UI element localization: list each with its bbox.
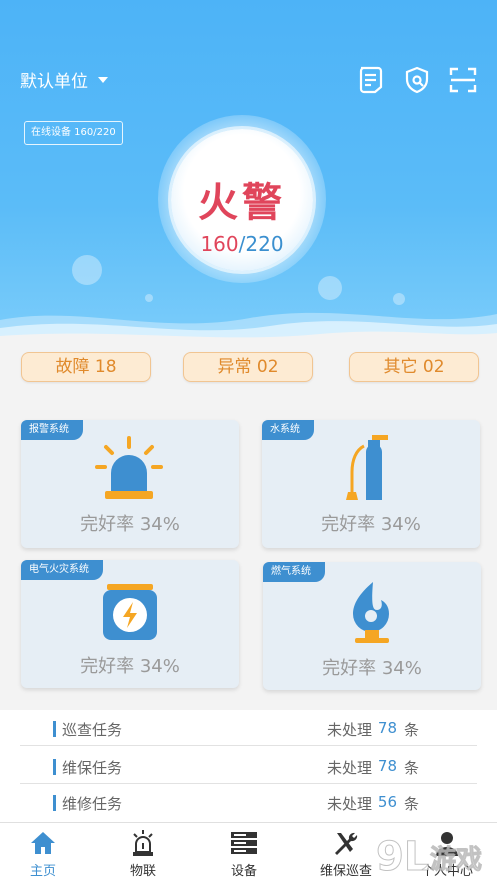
- bubble-decoration: [72, 255, 102, 285]
- task-list: 巡查任务 未处理 78 条 维保任务 未处理 78 条 维修任务 未处理 56 …: [0, 710, 497, 822]
- card-gas-system[interactable]: 燃气系统 完好率 34%: [263, 562, 481, 690]
- scan-icon[interactable]: [448, 65, 478, 95]
- abnormal-tag[interactable]: 异常 02: [183, 352, 313, 382]
- gas-flame-icon: [353, 582, 389, 643]
- task-unit: 条: [403, 721, 419, 739]
- fault-tag[interactable]: 故障 18: [21, 352, 151, 382]
- nav-device[interactable]: 设备: [199, 823, 289, 883]
- task-marker: [53, 795, 56, 811]
- task-name: 维修任务: [62, 795, 123, 813]
- card-label: 电气火灾系统: [21, 560, 103, 580]
- alarm-total: /220: [238, 232, 284, 256]
- task-status: 未处理: [326, 759, 372, 777]
- alarm-ratio: 160/220: [171, 232, 313, 256]
- task-unit: 条: [403, 759, 419, 777]
- task-marker: [53, 721, 56, 737]
- card-alarm-system[interactable]: 报警系统 完好率 34%: [21, 420, 239, 548]
- lightning-icon: [103, 584, 157, 640]
- svg-text:9L: 9L: [376, 834, 429, 880]
- nav-iot[interactable]: 物联: [98, 823, 188, 883]
- task-count: 78: [377, 719, 397, 737]
- chevron-down-icon: [98, 76, 108, 83]
- top-header: 默认单位: [0, 55, 497, 105]
- task-row-patrol[interactable]: 巡查任务 未处理 78 条: [20, 712, 477, 746]
- wave-decoration: [0, 312, 497, 345]
- iot-siren-icon: [133, 830, 153, 856]
- report-icon[interactable]: [356, 65, 386, 95]
- card-label: 燃气系统: [263, 562, 325, 582]
- card-water-system[interactable]: 水系统 完好率 34%: [262, 420, 480, 548]
- nav-label: 物联: [129, 864, 156, 879]
- unit-label: 默认单位: [20, 72, 88, 92]
- nav-home[interactable]: 主页: [0, 823, 88, 883]
- online-devices-badge: 在线设备 160/220: [24, 121, 123, 145]
- watermark-logo: 9L 游戏: [376, 834, 483, 881]
- alarm-count: 160: [200, 232, 239, 256]
- task-name: 巡查任务: [62, 721, 123, 739]
- hero-banner: 默认单位 在线设备 160/220 火警 160/220: [0, 0, 497, 345]
- svg-text:游戏: 游戏: [430, 845, 482, 875]
- card-rate: 完好率 34%: [322, 658, 422, 679]
- nav-label: 设备: [230, 864, 257, 879]
- card-rate: 完好率 34%: [321, 514, 421, 535]
- task-status: 未处理: [326, 795, 372, 813]
- card-label: 水系统: [262, 420, 314, 440]
- card-rate: 完好率 34%: [80, 514, 180, 535]
- siren-icon: [95, 436, 163, 499]
- task-unit: 条: [403, 795, 419, 813]
- home-icon: [31, 832, 55, 854]
- card-electric-fire-system[interactable]: 电气火灾系统 完好率 34%: [21, 560, 239, 688]
- alarm-title: 火警: [198, 180, 286, 226]
- task-count: 56: [377, 793, 397, 811]
- task-name: 维保任务: [62, 759, 123, 777]
- other-tag[interactable]: 其它 02: [349, 352, 479, 382]
- tools-icon: [335, 832, 358, 855]
- card-label: 报警系统: [21, 420, 83, 440]
- bubble-decoration: [318, 276, 342, 300]
- task-marker: [53, 759, 56, 775]
- nav-label: 主页: [29, 864, 56, 879]
- task-row-repair[interactable]: 维修任务 未处理 56 条: [20, 786, 477, 820]
- shield-icon[interactable]: [402, 65, 432, 95]
- device-icon: [231, 832, 257, 854]
- task-count: 78: [377, 757, 397, 775]
- unit-selector[interactable]: 默认单位: [20, 67, 108, 92]
- task-row-maintenance[interactable]: 维保任务 未处理 78 条: [20, 750, 477, 784]
- task-status: 未处理: [326, 721, 372, 739]
- extinguisher-icon: [346, 435, 388, 500]
- card-rate: 完好率 34%: [80, 656, 180, 677]
